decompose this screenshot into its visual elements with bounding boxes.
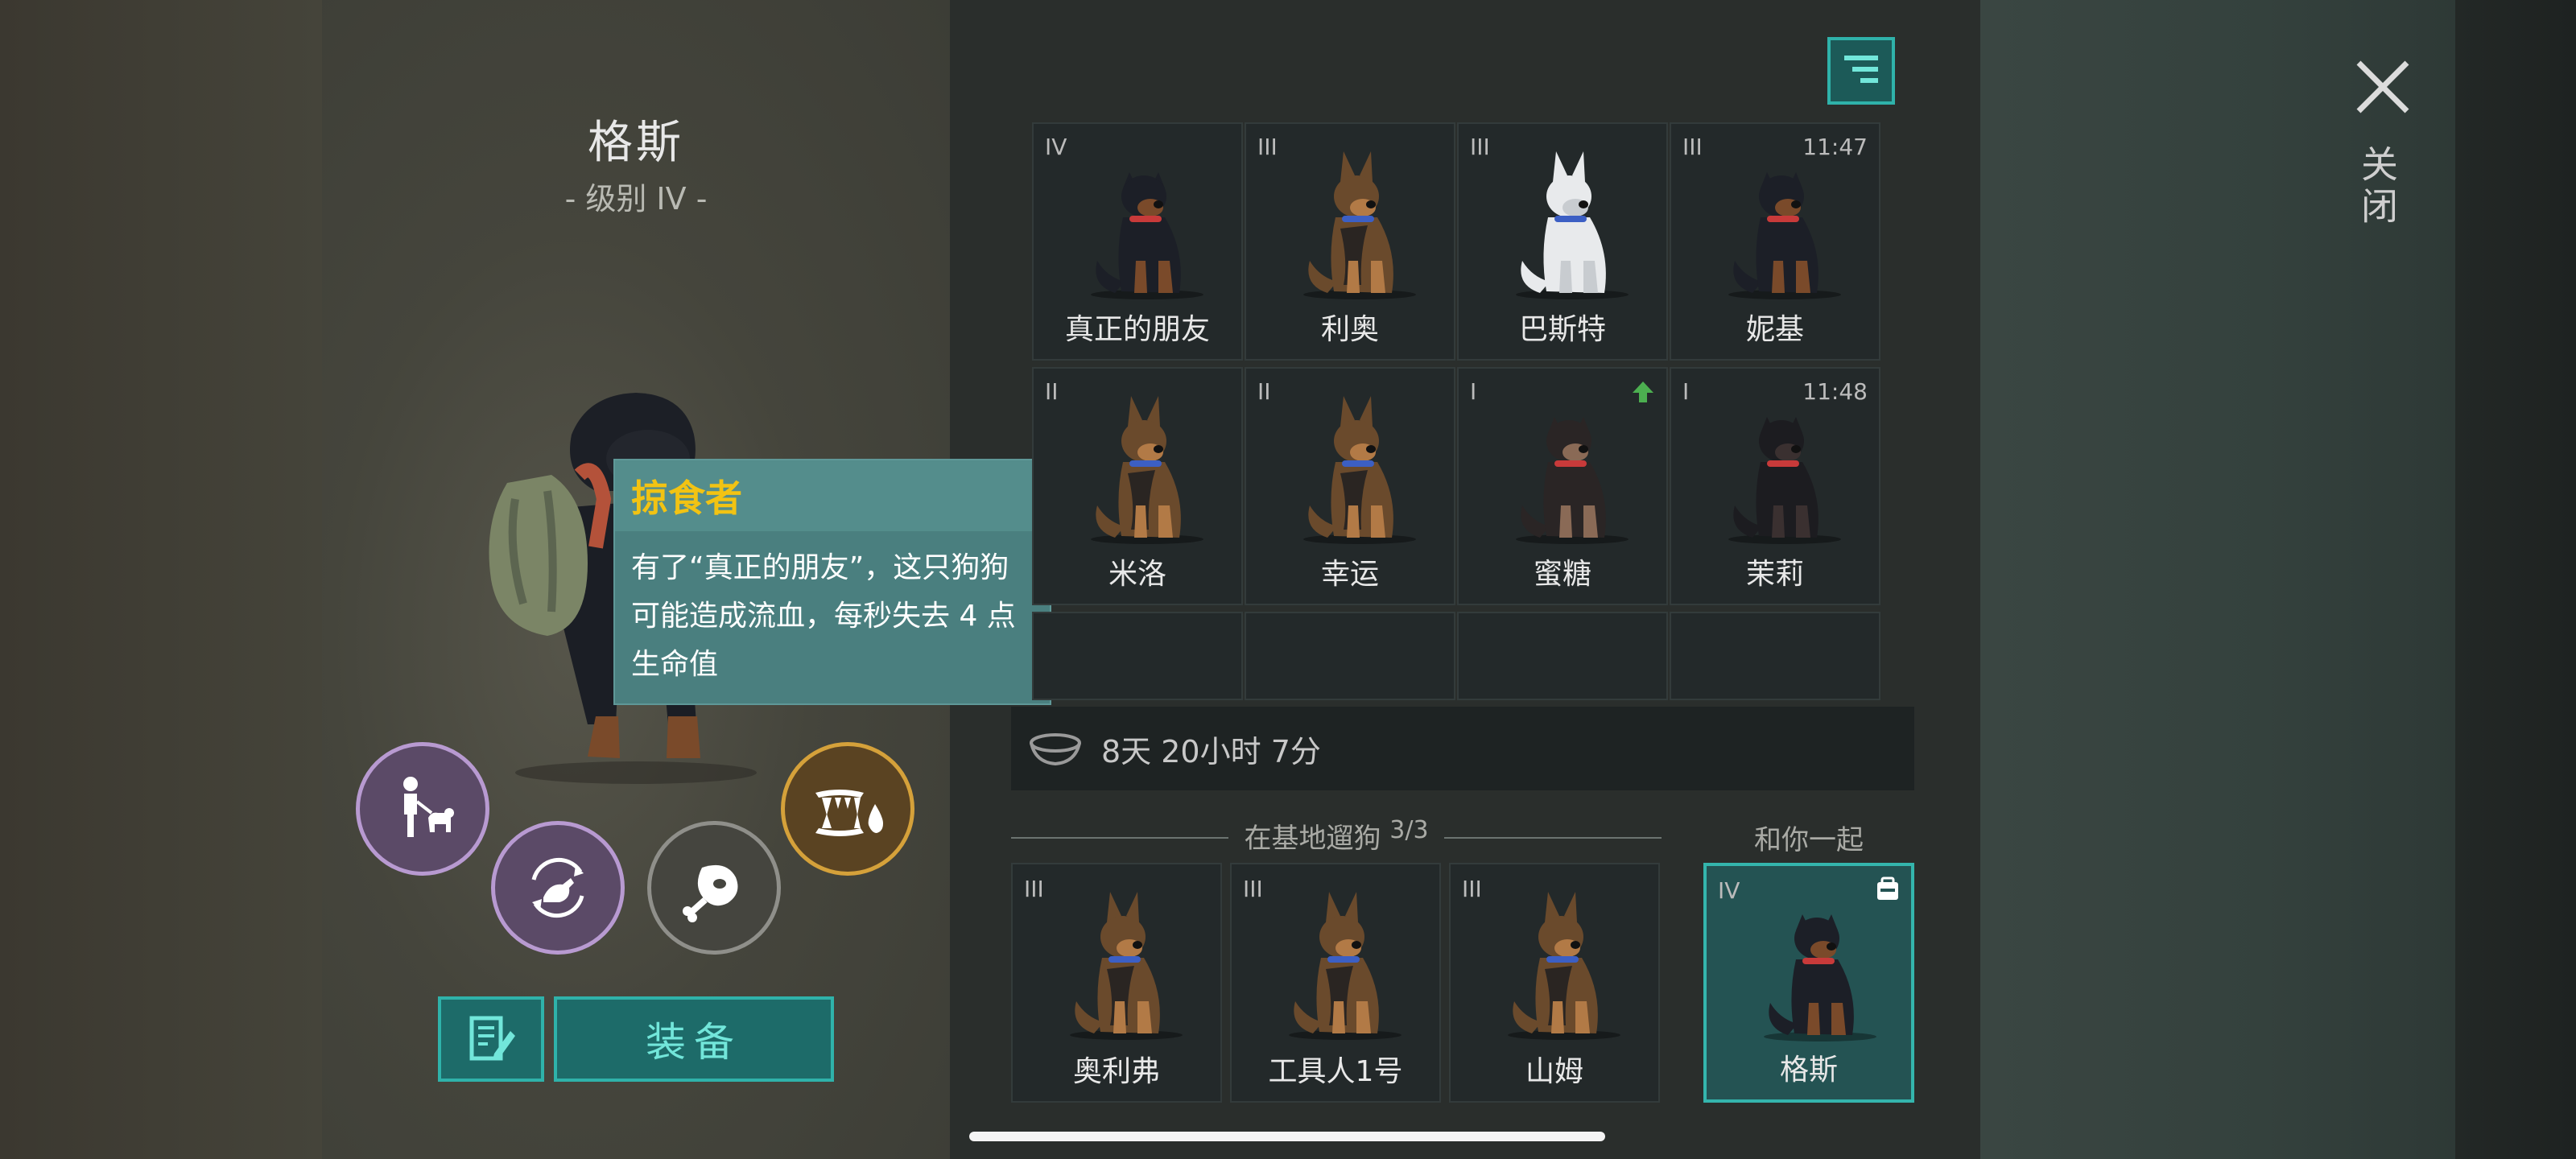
walking-dog-card[interactable]: III 工具人1号 [1230,863,1441,1103]
upgrade-arrow-icon [1633,382,1653,402]
close-icon[interactable] [2351,55,2415,119]
dog-card-name: 茉莉 [1745,558,1804,591]
notes-icon [469,1016,515,1061]
dog-card-level: II [1257,378,1271,405]
close-label[interactable]: 关闭 [2355,145,2404,229]
empty-slot [1457,612,1668,700]
dog-card-name: 工具人1号 [1268,1055,1403,1088]
feed-ability[interactable] [647,821,781,955]
dog-name-title: 格斯 [588,117,684,169]
dog-thumbnail [1728,417,1841,544]
dog-card-level: III [1470,134,1490,160]
dog-card-name: 蜜糖 [1533,558,1591,591]
dog-card[interactable]: II 幸运 [1245,367,1455,605]
with-you-label: 和你一起 [1754,824,1864,856]
dog-swap-icon [531,857,584,918]
perk-tooltip: 掠食者 有了“真正的朋友”，这只狗狗可能造成流血，每秒失去 4 点生命值 [613,459,1051,705]
backpack-icon [1877,876,1898,900]
dog-card-level: IV [1045,134,1067,160]
dog-card-name: 格斯 [1779,1054,1838,1087]
predator-perk[interactable] [781,742,914,876]
dog-thumbnail [1508,892,1620,1040]
dog-thumbnail [1091,396,1203,544]
dog-card[interactable]: III 11:47 妮基 [1670,122,1880,361]
dog-card-name: 幸运 [1320,558,1379,591]
notes-button[interactable] [438,996,544,1082]
dog-card[interactable]: II 米洛 [1032,367,1243,605]
dog-card[interactable]: III 利奥 [1245,122,1455,361]
empty-slot [1245,612,1455,700]
walking-dog-card[interactable]: III 奥利弗 [1011,863,1222,1103]
dog-card-level: II [1045,378,1059,405]
dog-thumbnail [1303,396,1416,544]
companion-dog-card[interactable]: IV 格斯 [1703,863,1914,1103]
dog-card-level: I [1470,378,1477,405]
fang-blood-icon [815,790,883,836]
walking-label: 在基地遛狗 [1244,823,1381,855]
dog-card-name: 巴斯特 [1518,313,1606,346]
dog-thumbnail [1303,151,1416,299]
dog-bowl-icon [1030,733,1081,766]
equip-button[interactable]: 装备 [554,996,834,1082]
walk-with-owner-icon [403,777,454,837]
dog-card-name: 利奥 [1320,313,1379,346]
dog-card-level: III [1682,134,1703,160]
dog-card[interactable]: I 11:48 茉莉 [1670,367,1880,605]
dog-thumbnail [1091,172,1203,299]
dog-card-name: 山姆 [1525,1055,1583,1088]
home-indicator [969,1132,1605,1141]
dog-swap-ability[interactable] [491,821,625,955]
dog-thumbnail [1728,172,1841,299]
tooltip-body: 有了“真正的朋友”，这只狗狗可能造成流血，每秒失去 4 点生命值 [631,551,1016,681]
filter-button[interactable] [1827,37,1895,105]
dog-card-level: III [1024,876,1044,902]
meat-icon [683,864,738,922]
dog-card-timer: 11:47 [1802,134,1868,160]
dog-thumbnail [1516,417,1629,544]
walking-dog-card[interactable]: III 山姆 [1449,863,1660,1103]
dog-card[interactable]: I 蜜糖 [1457,367,1668,605]
dog-thumbnail [1764,914,1876,1041]
dog-card-level: III [1462,876,1482,902]
dog-card-name: 妮基 [1745,313,1804,346]
dog-card-level: IV [1718,877,1740,904]
dog-card-timer: 11:48 [1802,378,1868,405]
dog-card-level: III [1243,876,1263,902]
dog-thumbnail [1070,892,1183,1040]
empty-slot [1032,612,1243,700]
walk-with-owner-ability[interactable] [356,742,489,876]
dog-card-name: 米洛 [1108,558,1166,591]
empty-slot [1670,612,1880,700]
food-timer-bar: 8天 20小时 7分 [1011,707,1914,790]
dog-thumbnail [1289,892,1402,1040]
dog-card-name: 奥利弗 [1072,1055,1160,1088]
dog-card[interactable]: III 巴斯特 [1457,122,1668,361]
dog-card-level: III [1257,134,1278,160]
walking-count: 3/3 [1389,816,1429,844]
tooltip-title: 掠食者 [615,460,1050,531]
dog-card[interactable]: IV 真正的朋友 [1032,122,1243,361]
dog-thumbnail [1516,151,1629,299]
dog-card-name: 真正的朋友 [1064,313,1210,346]
filter-icon [1844,56,1878,83]
walking-section-header: 在基地遛狗 3/3 [1011,816,1662,855]
dog-level-label: - 级别 IV - [564,181,708,217]
dog-card-level: I [1682,378,1690,405]
food-timer-text: 8天 20小时 7分 [1101,733,1321,769]
dog-collection-grid: IV 真正的朋友 III 利奥 III 巴斯特 III 11:47 妮基 II 米洛 II 幸运 I 蜜糖 I… [1032,122,1893,703]
